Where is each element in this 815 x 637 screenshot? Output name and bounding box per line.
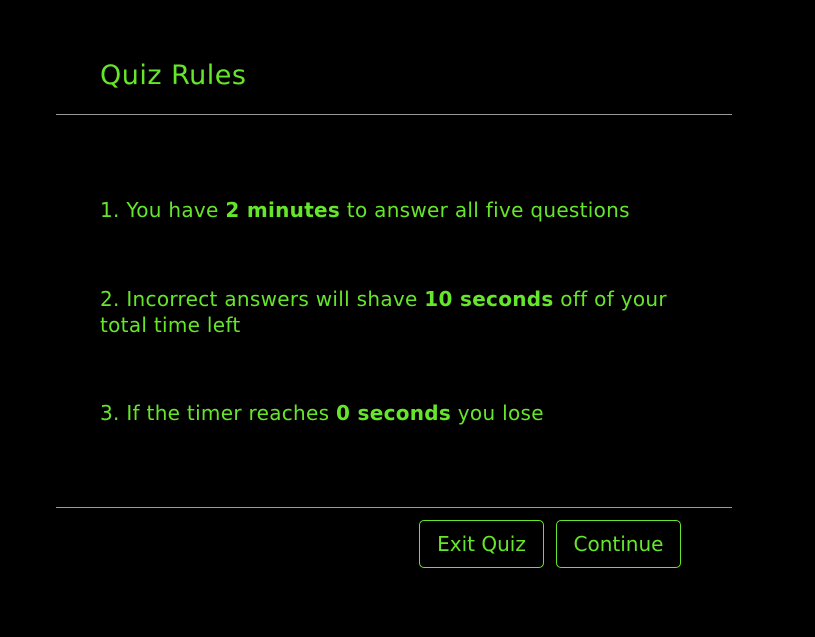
exit-quiz-button[interactable]: Exit Quiz [419,520,544,568]
rule-number: 3. [100,401,120,425]
rule-item-2: 2. Incorrect answers will shave 10 secon… [100,286,690,338]
dialog-title: Quiz Rules [100,60,247,91]
rule-text: you lose [457,401,544,425]
rule-highlight: 2 minutes [225,198,341,222]
rule-highlight: 10 seconds [424,287,554,311]
rule-text: If the timer reaches [126,401,330,425]
rule-item-3: 3. If the timer reaches 0 seconds you lo… [100,400,690,426]
header-divider [56,114,732,115]
footer-divider [56,507,732,508]
continue-button[interactable]: Continue [556,520,681,568]
rule-text: to answer all five questions [346,198,630,222]
rule-highlight: 0 seconds [336,401,452,425]
rule-item-1: 1. You have 2 minutes to answer all five… [100,197,690,223]
rule-number: 1. [100,198,120,222]
rule-number: 2. [100,287,120,311]
rule-text: Incorrect answers will shave [126,287,418,311]
rule-text: You have [126,198,219,222]
